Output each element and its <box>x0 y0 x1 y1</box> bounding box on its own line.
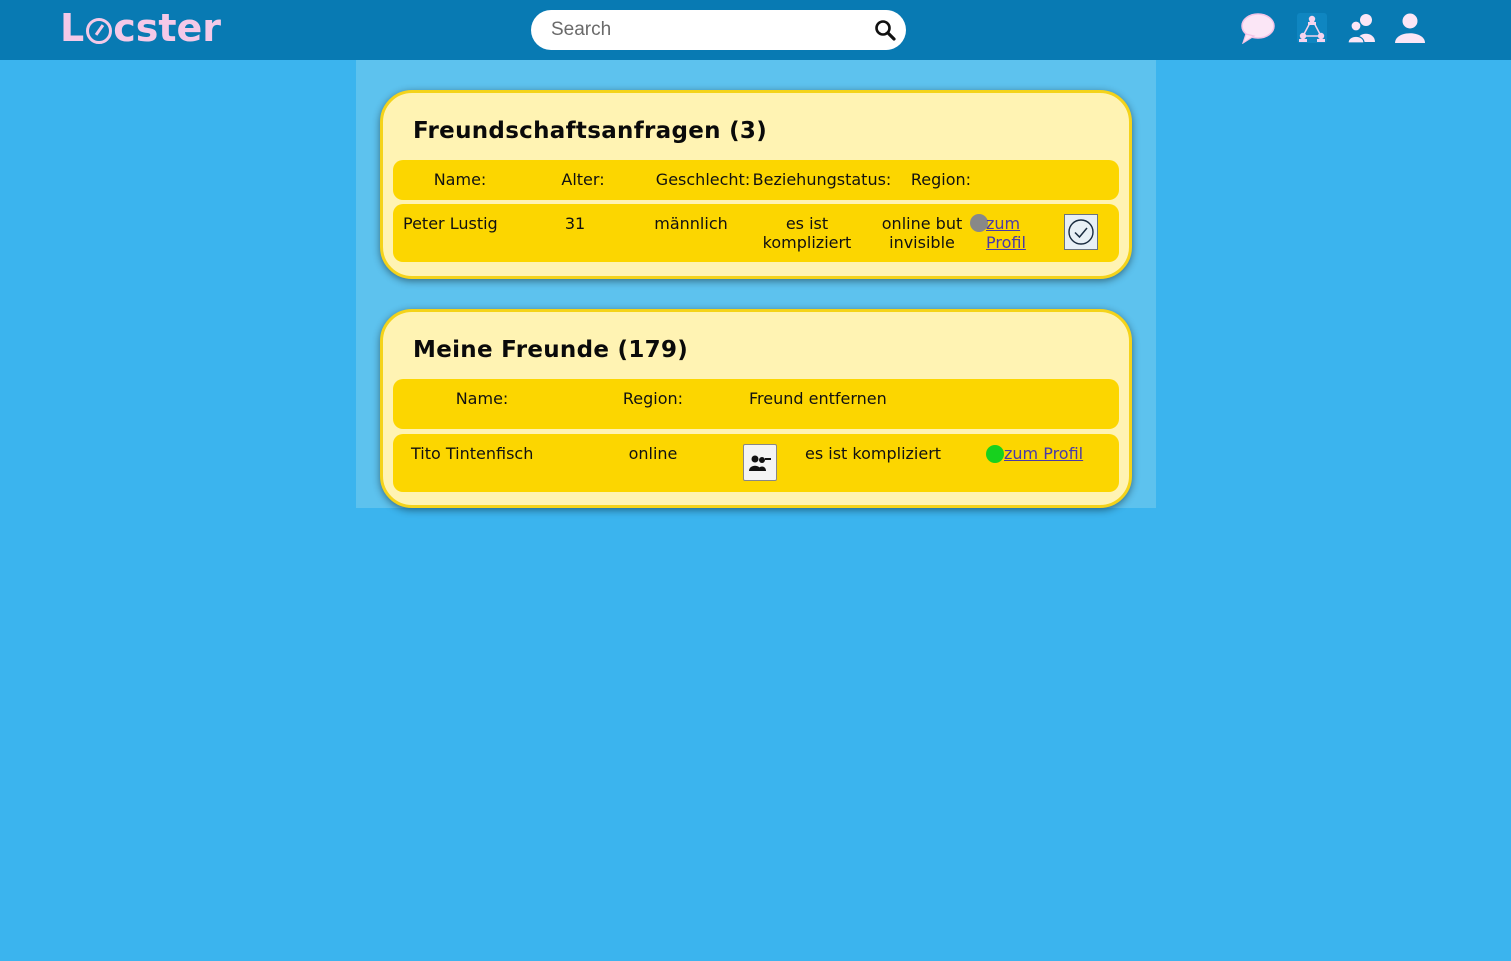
request-status-line2: invisible <box>889 233 955 252</box>
request-age: 31 <box>564 214 586 233</box>
profile-icon[interactable] <box>1390 10 1430 46</box>
request-relationship: es ist kompliziert <box>751 214 863 252</box>
top-navbar: Lcster <box>0 0 1511 60</box>
my-friends-title: Meine Freunde (179) <box>413 337 689 363</box>
friend-request-row: Peter Lustig 31 männlich es ist komplizi… <box>393 204 1119 262</box>
column-region: Region: <box>910 170 972 189</box>
friend-requests-header-row: Name: Alter: Geschlecht: Beziehungstatus… <box>393 160 1119 200</box>
locster-logo[interactable]: Lcster <box>60 6 222 50</box>
friends-column-remove: Freund entfernen <box>749 389 887 408</box>
column-age: Alter: <box>561 170 605 189</box>
request-status-line1: online but <box>881 214 963 233</box>
friend-status: online <box>628 444 678 463</box>
friends-column-name: Name: <box>455 389 509 408</box>
column-gender: Geschlecht: <box>655 170 751 189</box>
request-relationship-line1: es ist <box>785 214 829 233</box>
logo-text-start: L <box>60 6 85 50</box>
network-icon[interactable] <box>1292 10 1332 46</box>
request-profile-link-line2: Profil <box>986 233 1026 252</box>
friend-name: Tito Tintenfisch <box>411 444 534 463</box>
compass-icon <box>86 18 113 44</box>
friend-profile-link[interactable]: zum Profil <box>1004 444 1083 463</box>
remove-friend-button[interactable] <box>743 444 777 481</box>
chat-icon[interactable] <box>1238 10 1278 46</box>
request-gender: männlich <box>654 214 728 233</box>
friend-relationship: es ist kompliziert <box>805 444 942 463</box>
checkmark-icon <box>1068 219 1094 245</box>
request-profile-link[interactable]: zum Profil <box>986 214 1030 252</box>
search-bar <box>531 10 906 50</box>
logo-text-end: cster <box>113 6 222 50</box>
main-content: Freundschaftsanfragen (3) Name: Alter: G… <box>356 60 1156 508</box>
status-online-dot <box>986 445 1004 463</box>
search-icon[interactable] <box>873 18 897 42</box>
friends-column-region: Region: <box>622 389 684 408</box>
friend-requests-title: Freundschaftsanfragen (3) <box>413 118 768 144</box>
friend-row: Tito Tintenfisch online es ist komplizie… <box>393 434 1119 492</box>
column-name: Name: <box>433 170 487 189</box>
remove-friend-icon <box>749 455 771 471</box>
request-profile-link-wrap: zum Profil <box>986 214 1030 252</box>
friends-icon[interactable] <box>1342 10 1382 46</box>
request-name: Peter Lustig <box>403 214 498 233</box>
search-input[interactable] <box>551 10 871 50</box>
column-relationship: Beziehungstatus: <box>752 170 892 189</box>
friend-requests-card: Freundschaftsanfragen (3) Name: Alter: G… <box>380 90 1132 279</box>
request-relationship-line2: kompliziert <box>762 233 852 252</box>
request-profile-link-line1: zum <box>986 214 1021 233</box>
request-region-status: online but invisible <box>869 214 975 252</box>
my-friends-header-row: Name: Region: Freund entfernen <box>393 379 1119 429</box>
accept-request-button[interactable] <box>1064 214 1098 250</box>
my-friends-card: Meine Freunde (179) Name: Region: Freund… <box>380 309 1132 508</box>
friend-profile-link-wrap: zum Profil <box>1004 444 1094 463</box>
